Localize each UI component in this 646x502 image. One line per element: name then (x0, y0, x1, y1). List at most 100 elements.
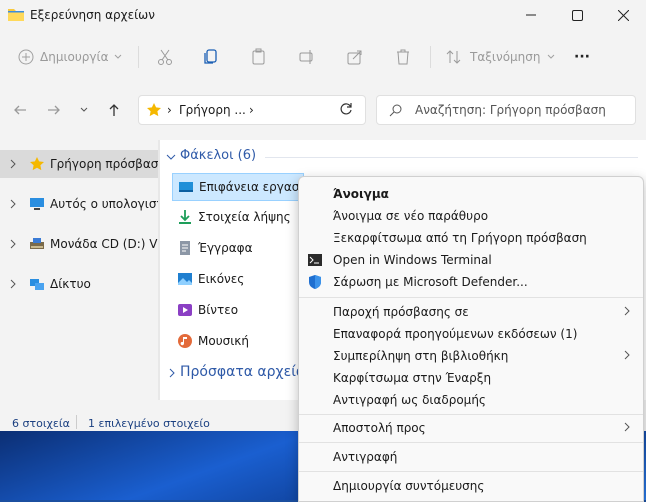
menu-item-restore-versions[interactable]: Επαναφορά προηγούμενων εκδόσεων (1) (299, 323, 643, 345)
menu-item-include-library[interactable]: Συμπερίληψη στη βιβλιοθήκη (299, 345, 643, 367)
menu-item-open-new-window[interactable]: Άνοιγμα σε νέο παράθυρο (299, 205, 643, 227)
sidebar-item-this-pc[interactable]: Αυτός ο υπολογιστ (0, 190, 164, 218)
close-icon (617, 9, 629, 21)
chevron-down-icon (115, 54, 122, 59)
clipboard-icon (252, 48, 265, 65)
toolbar-divider (430, 46, 431, 68)
up-button[interactable] (104, 100, 124, 120)
computer-icon (30, 198, 44, 210)
list-item[interactable]: Έγγραφα (172, 235, 302, 261)
minimize-button[interactable] (508, 0, 554, 30)
menu-item-copy[interactable]: Αντιγραφή (299, 446, 643, 468)
chevron-right-icon[interactable] (8, 198, 18, 210)
search-placeholder: Αναζήτηση: Γρήγορη πρόσβαση (415, 103, 606, 117)
chevron-right-icon[interactable] (8, 278, 18, 290)
collapse-folders-button[interactable] (166, 151, 176, 165)
chevron-right-icon[interactable] (8, 158, 18, 170)
menu-item-send-to[interactable]: Αποστολή προς (299, 417, 643, 439)
menu-item-label: Ξεκαρφίτσωμα από τη Γρήγορη πρόσβαση (333, 231, 587, 245)
paste-button[interactable] (250, 44, 268, 70)
copy-icon (204, 49, 217, 64)
command-bar: Δημιουργία Ταξινόμηση ··· (0, 36, 646, 78)
menu-item-unpin-quick-access[interactable]: Ξεκαρφίτσωμα από τη Γρήγορη πρόσβαση (299, 227, 643, 249)
maximize-icon (571, 9, 583, 21)
item-label: Εικόνες (198, 272, 245, 286)
share-button[interactable] (346, 44, 364, 70)
address-path[interactable]: Γρήγορη ... (179, 103, 246, 117)
star-icon (30, 157, 44, 171)
share-icon (347, 50, 362, 65)
trash-icon (397, 49, 409, 65)
list-item[interactable]: Επιφάνεια εργασίας (172, 173, 318, 201)
menu-item-defender-scan[interactable]: Σάρωση με Microsoft Defender... (299, 271, 643, 293)
menu-item-label: Αντιγραφή ως διαδρομής (333, 393, 486, 407)
menu-item-label: Συμπερίληψη στη βιβλιοθήκη (333, 349, 509, 363)
navigation-pane: Γρήγορη πρόσβαση Αυτός ο υπολογιστ Μονάδ… (0, 140, 170, 400)
video-icon (178, 304, 192, 316)
delete-button[interactable] (394, 44, 412, 70)
menu-item-give-access[interactable]: Παροχή πρόσβασης σε (299, 301, 643, 323)
list-item[interactable]: Μουσική (172, 328, 302, 354)
context-menu: Άνοιγμα Άνοιγμα σε νέο παράθυρο Ξεκαρφίτ… (298, 176, 644, 502)
sidebar-item-cd-drive[interactable]: Μονάδα CD (D:) Virt (0, 230, 170, 258)
chevron-down-icon (547, 54, 554, 59)
music-icon (178, 334, 192, 348)
address-bar[interactable]: › Γρήγορη ... › (138, 95, 366, 125)
sort-label: Ταξινόμηση (470, 50, 541, 64)
star-icon (147, 103, 161, 117)
folders-group-header[interactable]: Φάκελοι (6) (180, 148, 256, 163)
address-separator[interactable]: › (249, 103, 254, 117)
sidebar-item-network[interactable]: Δίκτυο (0, 270, 158, 298)
new-button[interactable]: Δημιουργία (18, 44, 123, 70)
item-count: 6 στοιχεία (12, 417, 70, 430)
menu-item-pin-start[interactable]: Καρφίτσωμα στην Έναρξη (299, 367, 643, 389)
pictures-icon (178, 273, 192, 285)
cut-button[interactable] (156, 44, 174, 70)
list-item[interactable]: Βίντεο (172, 297, 302, 323)
chevron-right-icon (169, 368, 175, 378)
item-label: Μουσική (198, 334, 249, 348)
forward-button[interactable] (44, 100, 64, 120)
rename-button[interactable] (298, 44, 316, 70)
chevron-down-icon (166, 154, 176, 160)
menu-separator (299, 414, 643, 415)
sort-button[interactable]: Ταξινόμηση (446, 44, 556, 70)
menu-separator (299, 297, 643, 298)
document-icon (180, 241, 190, 255)
menu-item-label: Παροχή πρόσβασης σε (333, 305, 469, 319)
network-icon (30, 279, 44, 290)
recent-files-group-header[interactable]: Πρόσφατα αρχεία (180, 364, 305, 380)
sidebar-item-quick-access[interactable]: Γρήγορη πρόσβαση (0, 150, 166, 178)
arrow-left-icon (14, 105, 26, 115)
sidebar-item-label: Γρήγορη πρόσβαση (50, 157, 166, 171)
menu-item-label: Καρφίτσωμα στην Έναρξη (333, 371, 492, 385)
list-item[interactable]: Εικόνες (172, 266, 302, 292)
menu-separator (299, 442, 643, 443)
close-button[interactable] (600, 0, 646, 30)
menu-item-open[interactable]: Άνοιγμα (299, 183, 643, 205)
new-label: Δημιουργία (40, 50, 109, 64)
menu-item-create-shortcut[interactable]: Δημιουργία συντόμευσης (299, 475, 643, 497)
menu-item-open-terminal[interactable]: Open in Windows Terminal (299, 249, 643, 271)
back-button[interactable] (10, 100, 30, 120)
item-label: Στοιχεία λήψης (198, 210, 291, 224)
refresh-icon[interactable] (339, 102, 353, 116)
selected-count: 1 επιλεγμένο στοιχείο (88, 417, 210, 430)
maximize-button[interactable] (554, 0, 600, 30)
list-item[interactable]: Στοιχεία λήψης (172, 204, 302, 230)
search-icon (389, 104, 402, 117)
shield-icon (309, 275, 321, 289)
expand-recent-button[interactable] (167, 367, 177, 382)
copy-button[interactable] (202, 44, 220, 70)
recent-locations-button[interactable] (74, 100, 94, 120)
sidebar-item-label: Μονάδα CD (D:) Virt (50, 237, 171, 251)
chevron-right-icon[interactable] (8, 238, 18, 250)
more-options-button[interactable]: ··· (574, 44, 590, 70)
search-box[interactable]: Αναζήτηση: Γρήγορη πρόσβαση (376, 95, 636, 125)
menu-item-label: Επαναφορά προηγούμενων εκδόσεων (1) (333, 327, 578, 341)
menu-item-copy-as-path[interactable]: Αντιγραφή ως διαδρομής (299, 389, 643, 411)
menu-item-label: Άνοιγμα σε νέο παράθυρο (333, 209, 489, 223)
arrow-up-icon (109, 104, 119, 116)
toolbar-divider (138, 46, 139, 68)
scissors-icon (158, 49, 172, 65)
